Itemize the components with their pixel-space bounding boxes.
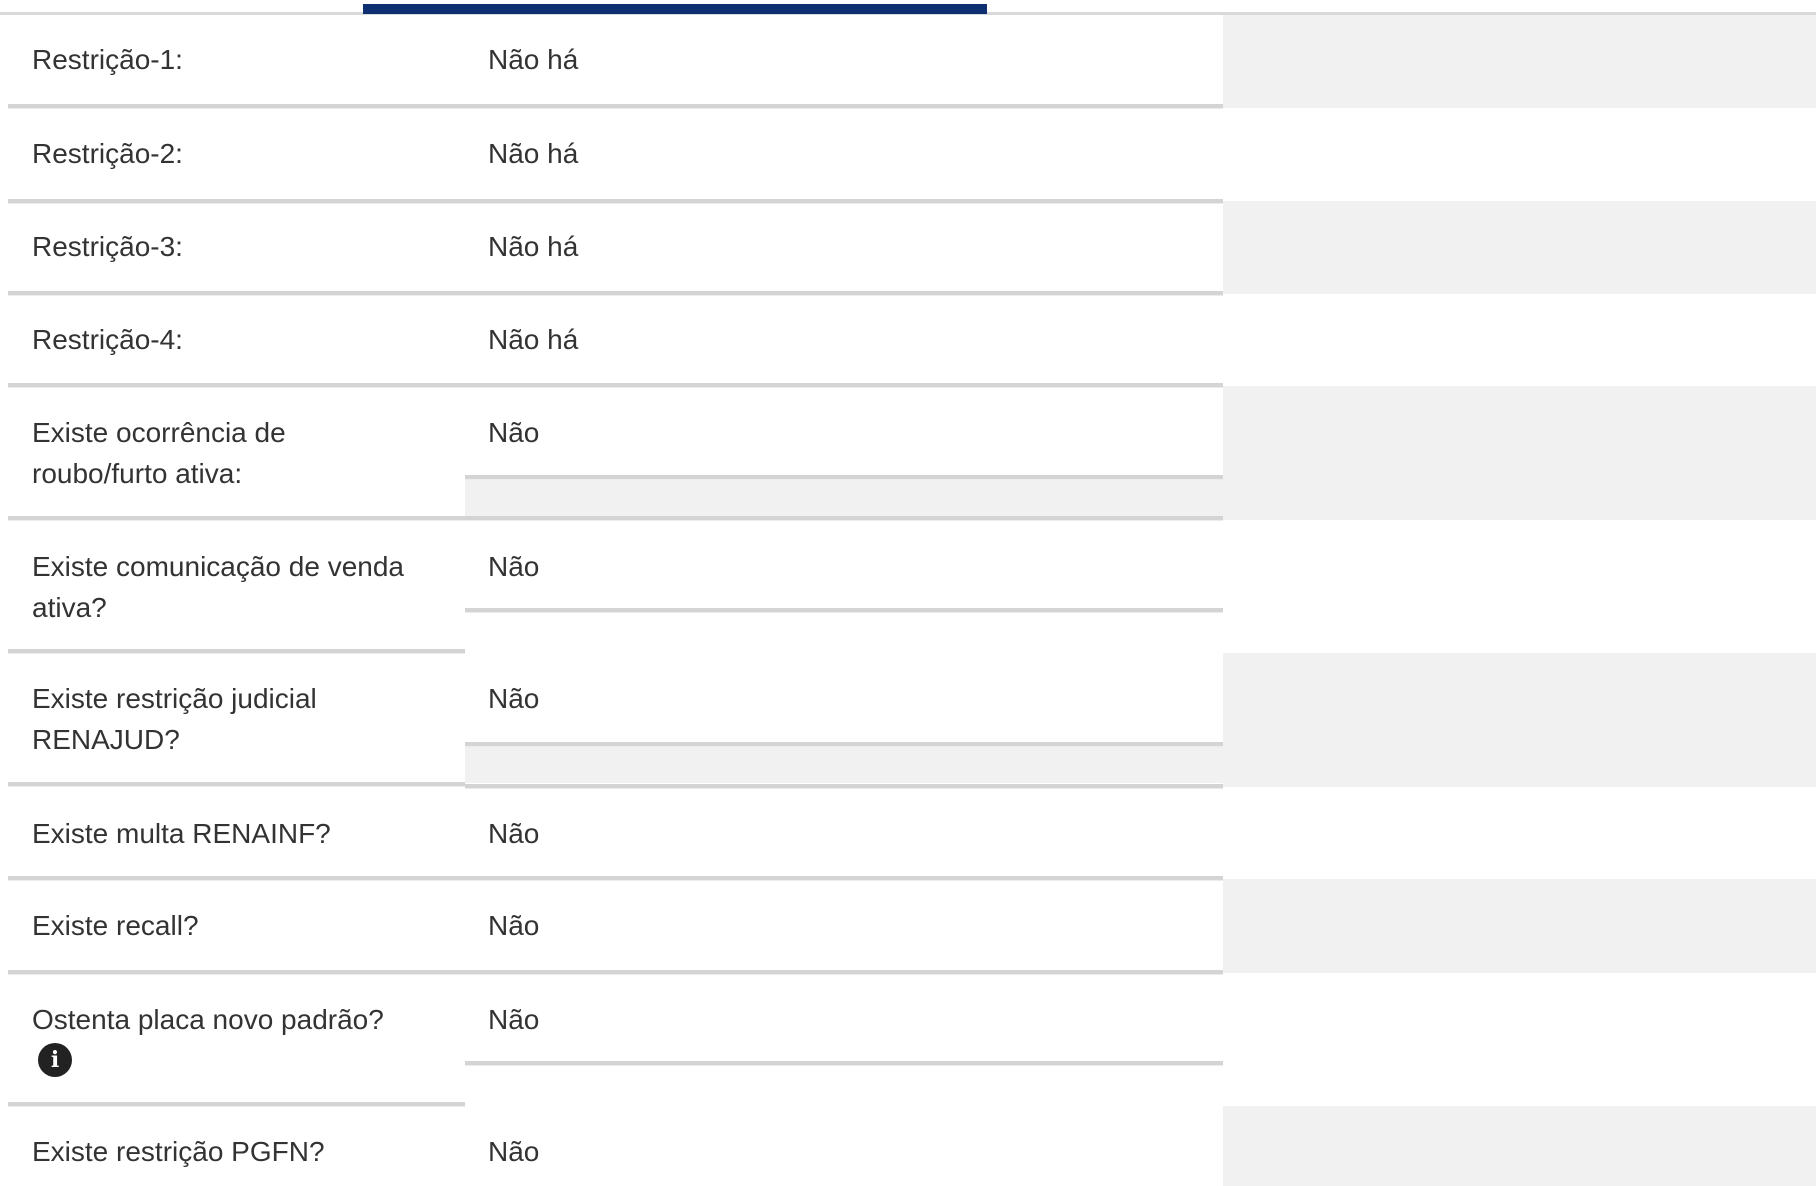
detail-row: Restrição-2: Não há — [0, 108, 1816, 204]
row-value: Não — [488, 417, 540, 448]
row-value: Não — [488, 1136, 540, 1167]
detail-row: Existe restrição judicial RENAJUD? Não — [0, 653, 1816, 789]
row-value: Não há — [488, 138, 579, 169]
row-value: Não — [488, 910, 540, 941]
row-value: Não — [488, 551, 540, 582]
detail-row: Ostenta placa novo padrão? i Não — [0, 973, 1816, 1107]
row-label: Existe comunicação de venda ativa? — [32, 551, 404, 623]
row-label: Restrição-4: — [32, 324, 183, 355]
row-value: Não há — [488, 231, 579, 262]
row-label: Existe restrição judicial RENAJUD? — [32, 683, 317, 755]
row-stripe — [1223, 879, 1816, 973]
detail-row: Restrição-4: Não há — [0, 294, 1816, 388]
detail-row: Existe restrição PGFN? Não — [0, 1106, 1816, 1186]
row-stripe — [1223, 201, 1816, 294]
detail-row: Existe recall? Não — [0, 879, 1816, 975]
row-stripe — [1223, 386, 1816, 520]
row-stripe — [465, 480, 1223, 517]
row-stripe — [1223, 653, 1816, 787]
detail-row: Restrição-3: Não há — [0, 201, 1816, 296]
row-label: Restrição-2: — [32, 138, 183, 169]
row-stripe — [1223, 15, 1816, 108]
row-value: Não há — [488, 44, 579, 75]
row-label: Existe restrição PGFN? — [32, 1136, 325, 1167]
value-divider — [465, 1061, 1223, 1066]
row-label: Existe ocorrência de roubo/furto ativa: — [32, 417, 286, 489]
row-label: Existe multa RENAINF? — [32, 818, 331, 849]
row-value: Não há — [488, 324, 579, 355]
row-label: Ostenta placa novo padrão? — [32, 1004, 384, 1035]
row-label: Restrição-3: — [32, 231, 183, 262]
detail-row: Restrição-1: Não há — [0, 15, 1816, 109]
row-label: Existe recall? — [32, 910, 199, 941]
row-label: Restrição-1: — [32, 44, 183, 75]
row-value: Não — [488, 818, 540, 849]
row-value: Não — [488, 1004, 540, 1035]
detail-row: Existe ocorrência de roubo/furto ativa: … — [0, 386, 1816, 521]
detail-row: Existe multa RENAINF? Não — [0, 787, 1816, 881]
detail-row: Existe comunicação de venda ativa? Não — [0, 520, 1816, 654]
value-divider — [465, 608, 1223, 613]
row-stripe — [465, 747, 1223, 783]
row-value: Não — [488, 683, 540, 714]
active-tab-indicator — [363, 4, 987, 14]
row-stripe — [1223, 1106, 1816, 1186]
info-icon[interactable]: i — [38, 1043, 72, 1077]
